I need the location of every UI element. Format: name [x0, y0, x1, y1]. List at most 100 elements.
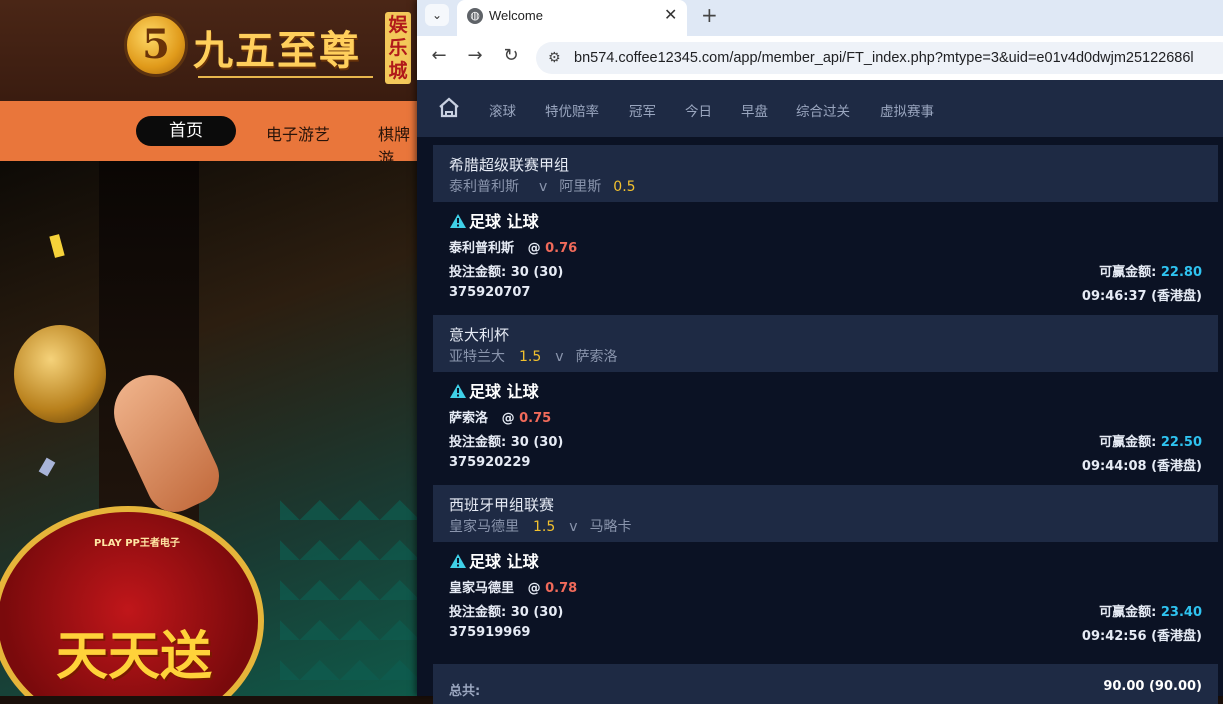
topnav-parlay[interactable]: 综合过关: [796, 100, 850, 120]
site-nav-electronic-games[interactable]: 电子游艺: [266, 121, 330, 145]
tab-search-chevron-icon[interactable]: ⌄: [425, 4, 449, 26]
address-bar-row: ← → ↻ ⚙ bn574.coffee12345.com/app/member…: [417, 36, 1223, 80]
stake-label: 投注金额:: [449, 265, 507, 280]
win-label: 可赢金额:: [1099, 435, 1157, 450]
win-amount: 可赢金额: 22.50: [1099, 431, 1202, 450]
vs-separator: v: [555, 349, 564, 365]
topnav-today[interactable]: 今日: [685, 100, 712, 120]
away-team: 马略卡: [589, 519, 632, 535]
at-symbol: @: [527, 241, 541, 256]
bet-pick: 泰利普利斯 @ 0.76: [449, 237, 577, 256]
url-input[interactable]: ⚙ bn574.coffee12345.com/app/member_api/F…: [536, 42, 1223, 74]
bet-time: 09:44:08 (香港盘): [1081, 459, 1202, 474]
win-amount: 可赢金额: 23.40: [1099, 601, 1202, 620]
home-handicap: 1.5: [519, 349, 542, 365]
forward-arrow-icon[interactable]: →: [463, 45, 487, 66]
bet-time: 09:42:56 (香港盘): [1081, 629, 1202, 644]
background-casino-site: 5 九五至尊 娱乐城 首页 电子游艺 棋牌游 PLAY PP王者电子 天天送: [0, 0, 420, 696]
total-label: 总共:: [449, 684, 481, 699]
stake-value: 30 (30): [510, 265, 564, 280]
bet-card-body: 足球 让球 泰利普利斯 @ 0.76 投注金额: 30 (30) 可赢金额: 2…: [433, 202, 1218, 315]
win-amount: 可赢金额: 22.80: [1099, 261, 1202, 280]
home-team: 亚特兰大: [449, 349, 505, 365]
away-team: 萨索洛: [575, 349, 618, 365]
league-name: 西班牙甲组联赛: [449, 496, 555, 514]
match-teams: 皇家马德里 1.5 v 马略卡: [449, 516, 648, 536]
topnav-early[interactable]: 早盘: [741, 100, 768, 120]
warning-icon: [450, 214, 466, 228]
win-value: 22.50: [1160, 435, 1202, 450]
stake-amount: 投注金额: 30 (30): [449, 261, 563, 280]
match-teams: 亚特兰大 1.5 v 萨索洛: [449, 346, 634, 366]
pick-team: 萨索洛: [449, 411, 489, 426]
warning-icon: [450, 554, 466, 568]
tab-strip: ⌄ ◍ Welcome ✕ +: [417, 0, 1223, 36]
bet-card-body: 足球 让球 萨索洛 @ 0.75 投注金额: 30 (30) 可赢金额: 22.…: [433, 372, 1218, 485]
league-name: 意大利杯: [449, 326, 510, 344]
warning-icon: [450, 384, 466, 398]
pick-team: 皇家马德里: [449, 581, 515, 596]
topnav-special-odds[interactable]: 特优赔率: [545, 100, 599, 120]
topnav-virtual[interactable]: 虚拟赛事: [880, 100, 934, 120]
tab-title: Welcome: [489, 8, 543, 23]
ticket-number: 375920229: [449, 455, 531, 470]
pick-team: 泰利普利斯: [449, 241, 515, 256]
bet-type-label: 足球 让球: [469, 382, 539, 401]
stake-value: 30 (30): [510, 605, 564, 620]
topnav-inplay[interactable]: 滚球: [489, 100, 516, 120]
match-teams: 泰利普利斯 v 阿里斯 0.5: [449, 176, 646, 196]
at-symbol: @: [527, 581, 541, 596]
win-value: 22.80: [1160, 265, 1202, 280]
away-handicap: 0.5: [613, 179, 636, 195]
bet-type: 足球 让球: [449, 378, 539, 402]
tab-welcome[interactable]: ◍ Welcome ✕: [457, 0, 687, 36]
site-info-icon[interactable]: ⚙: [548, 50, 561, 66]
ticket-number: 375919969: [449, 625, 531, 640]
pick-odds: 0.75: [519, 411, 552, 426]
total-bar: 总共: 90.00 (90.00): [433, 664, 1218, 704]
site-logo-title: 九五至尊: [193, 27, 361, 74]
home-team: 泰利普利斯: [449, 179, 519, 195]
total-value: 90.00 (90.00): [1103, 679, 1202, 694]
bet-card-header: 希腊超级联赛甲组 泰利普利斯 v 阿里斯 0.5: [433, 145, 1218, 202]
pick-odds: 0.78: [545, 581, 578, 596]
bet-history-page: 滚球 特优赔率 冠军 今日 早盘 综合过关 虚拟赛事 希腊超级联赛甲组 泰利普利…: [417, 80, 1223, 704]
ticket-number: 375920707: [449, 285, 531, 300]
win-label: 可赢金额:: [1099, 265, 1157, 280]
win-label: 可赢金额:: [1099, 605, 1157, 620]
home-handicap: 1.5: [533, 519, 556, 535]
bet-pick: 萨索洛 @ 0.75: [449, 407, 551, 426]
promo-badge-text: 天天送: [56, 626, 213, 687]
bet-card-header: 西班牙甲组联赛 皇家马德里 1.5 v 马略卡: [433, 485, 1218, 542]
promo-badge-logo: PLAY PP王者电子: [94, 538, 180, 549]
site-logo-icon[interactable]: 5: [124, 13, 188, 77]
logo-digit: 5: [142, 21, 170, 68]
bet-type: 足球 让球: [449, 548, 539, 572]
stake-amount: 投注金额: 30 (30): [449, 601, 563, 620]
stake-amount: 投注金额: 30 (30): [449, 431, 563, 450]
bet-card-body: 足球 让球 皇家马德里 @ 0.78 投注金额: 30 (30) 可赢金额: 2…: [433, 542, 1218, 655]
stake-label: 投注金额:: [449, 435, 507, 450]
bet-type: 足球 让球: [449, 208, 539, 232]
stake-value: 30 (30): [510, 435, 564, 450]
new-tab-plus-icon[interactable]: +: [701, 3, 718, 27]
logo-divider: [198, 76, 373, 78]
site-nav-home[interactable]: 首页: [136, 116, 236, 146]
bet-pick: 皇家马德里 @ 0.78: [449, 577, 577, 596]
globe-icon: ◍: [467, 8, 483, 24]
logo-subtitle-text: 娱乐城: [388, 14, 408, 82]
reload-icon[interactable]: ↻: [499, 45, 523, 66]
bet-time: 09:46:37 (香港盘): [1081, 289, 1202, 304]
topnav-outright[interactable]: 冠军: [629, 100, 656, 120]
browser-window: ⌄ ◍ Welcome ✕ + ← → ↻ ⚙ bn574.coffee1234…: [417, 0, 1223, 704]
at-symbol: @: [501, 411, 515, 426]
hero-checker-pattern: [280, 480, 420, 696]
close-icon[interactable]: ✕: [664, 5, 677, 24]
win-value: 23.40: [1160, 605, 1202, 620]
sports-top-nav: 滚球 特优赔率 冠军 今日 早盘 综合过关 虚拟赛事: [417, 80, 1223, 137]
url-text: bn574.coffee12345.com/app/member_api/FT_…: [574, 50, 1194, 66]
bet-card-header: 意大利杯 亚特兰大 1.5 v 萨索洛: [433, 315, 1218, 372]
home-icon[interactable]: [437, 96, 461, 120]
league-name: 希腊超级联赛甲组: [449, 156, 570, 174]
back-arrow-icon[interactable]: ←: [427, 45, 451, 66]
